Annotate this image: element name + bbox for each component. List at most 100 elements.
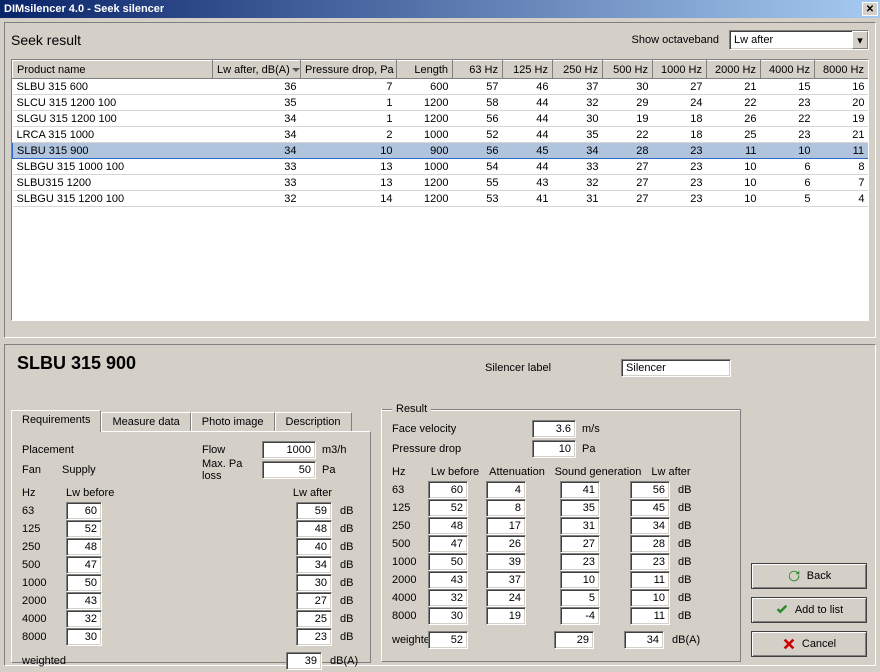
- freq-label: 1000: [392, 556, 424, 568]
- res-after: [630, 571, 670, 589]
- panel-heading: Seek result: [11, 32, 81, 48]
- flow-input[interactable]: [262, 441, 316, 459]
- results-grid[interactable]: Product nameLw after, dB(A)Pressure drop…: [11, 59, 869, 321]
- res-gen: [560, 589, 600, 607]
- grid-header[interactable]: Pressure drop, Pa: [301, 61, 397, 79]
- grid-header[interactable]: 500 Hz: [603, 61, 653, 79]
- freq-label: 63: [22, 505, 62, 517]
- freq-label: 500: [392, 538, 424, 550]
- tab-measure-data[interactable]: Measure data: [101, 412, 190, 431]
- res-before: [428, 589, 468, 607]
- close-button[interactable]: ✕: [862, 2, 878, 16]
- tab-requirements: Placement Flow m3/h Fan Supply Max. Pa l…: [11, 431, 371, 663]
- freq-label: 1000: [22, 577, 62, 589]
- grid-header[interactable]: 1000 Hz: [653, 61, 707, 79]
- freq-label: 4000: [392, 592, 424, 604]
- res-after: [630, 535, 670, 553]
- grid-header[interactable]: 250 Hz: [553, 61, 603, 79]
- back-button[interactable]: Back: [751, 563, 867, 589]
- res-atten: [486, 499, 526, 517]
- lw-before-input[interactable]: [66, 538, 102, 556]
- grid-header[interactable]: 2000 Hz: [707, 61, 761, 79]
- freq-label: 125: [22, 523, 62, 535]
- face-velocity-label: Face velocity: [392, 423, 532, 435]
- table-row[interactable]: SLCU 315 1200 10035112005844322924222320: [13, 95, 869, 111]
- silencer-label-text: Silencer label: [485, 362, 551, 374]
- pressure-drop-label: Pressure drop: [392, 443, 532, 455]
- flow-label: Flow: [202, 444, 262, 456]
- res-gen: [560, 535, 600, 553]
- lw-after-input[interactable]: [296, 610, 332, 628]
- res-before: [428, 481, 468, 499]
- res-before: [428, 535, 468, 553]
- res-w-after: [624, 631, 664, 649]
- results-panel: Seek result Show octaveband Lw after ▾ P…: [4, 22, 876, 338]
- octaveband-select[interactable]: Lw after ▾: [729, 30, 869, 50]
- grid-header[interactable]: 4000 Hz: [761, 61, 815, 79]
- freq-label: 500: [22, 559, 62, 571]
- lw-after-input[interactable]: [296, 520, 332, 538]
- weighted-after: [286, 652, 322, 670]
- lw-before-input[interactable]: [66, 592, 102, 610]
- table-row[interactable]: LRCA 315 100034210005244352218252321: [13, 127, 869, 143]
- freq-label: 250: [22, 541, 62, 553]
- table-row[interactable]: SLBGU 315 1000 1003313100054443327231068: [13, 159, 869, 175]
- res-gen: [560, 481, 600, 499]
- tab-requirements[interactable]: Requirements: [11, 410, 101, 432]
- lw-after-input[interactable]: [296, 574, 332, 592]
- lw-before-input[interactable]: [66, 520, 102, 538]
- res-atten: [486, 517, 526, 535]
- add-to-list-button[interactable]: Add to list: [751, 597, 867, 623]
- table-row[interactable]: SLBU315 12003313120055433227231067: [13, 175, 869, 191]
- lw-after-input[interactable]: [296, 502, 332, 520]
- grid-header[interactable]: Length: [397, 61, 453, 79]
- grid-header[interactable]: Product name: [13, 61, 213, 79]
- table-row[interactable]: SLBU 315 6003676005746373027211516: [13, 79, 869, 95]
- table-row[interactable]: SLBGU 315 1200 1003214120053413127231054: [13, 191, 869, 207]
- res-atten: [486, 535, 526, 553]
- grid-header[interactable]: 125 Hz: [503, 61, 553, 79]
- table-row[interactable]: SLGU 315 1200 10034112005644301918262219: [13, 111, 869, 127]
- check-icon: [775, 603, 789, 617]
- grid-header[interactable]: Lw after, dB(A): [213, 61, 301, 79]
- fan-label: Fan: [22, 464, 62, 476]
- octaveband-value: Lw after: [734, 34, 773, 46]
- res-after: [630, 607, 670, 625]
- res-atten: [486, 481, 526, 499]
- lw-after-input[interactable]: [296, 628, 332, 646]
- max-pa-input[interactable]: [262, 461, 316, 479]
- dropdown-arrow-icon: ▾: [852, 31, 868, 49]
- tabs-container: RequirementsMeasure dataPhoto imageDescr…: [11, 388, 371, 663]
- grid-header[interactable]: 8000 Hz: [815, 61, 869, 79]
- res-before: [428, 553, 468, 571]
- grid-header[interactable]: 63 Hz: [453, 61, 503, 79]
- placement-label: Placement: [22, 444, 202, 456]
- res-before: [428, 499, 468, 517]
- result-box: Result Face velocity m/s Pressure drop P…: [381, 409, 741, 662]
- lw-before-input[interactable]: [66, 574, 102, 592]
- res-after: [630, 589, 670, 607]
- cancel-button[interactable]: Cancel: [751, 631, 867, 657]
- res-after: [630, 553, 670, 571]
- res-w-before: [428, 631, 468, 649]
- res-atten: [486, 553, 526, 571]
- detail-panel: SLBU 315 900 Silencer label Requirements…: [4, 344, 876, 666]
- lw-after-input[interactable]: [296, 556, 332, 574]
- lw-after-input[interactable]: [296, 592, 332, 610]
- tab-photo-image[interactable]: Photo image: [191, 412, 275, 431]
- lw-before-input[interactable]: [66, 628, 102, 646]
- table-row[interactable]: SLBU 315 90034109005645342823111011: [13, 143, 869, 159]
- lw-after-input[interactable]: [296, 538, 332, 556]
- window-titlebar: DIMsilencer 4.0 - Seek silencer ✕: [0, 0, 880, 18]
- lw-before-input[interactable]: [66, 610, 102, 628]
- flow-unit: m3/h: [316, 444, 346, 456]
- silencer-label-input[interactable]: [621, 359, 731, 377]
- tab-description[interactable]: Description: [275, 412, 352, 431]
- res-before: [428, 607, 468, 625]
- res-after: [630, 499, 670, 517]
- res-gen: [560, 499, 600, 517]
- lw-before-input[interactable]: [66, 556, 102, 574]
- lw-before-input[interactable]: [66, 502, 102, 520]
- freq-label: 125: [392, 502, 424, 514]
- res-atten: [486, 571, 526, 589]
